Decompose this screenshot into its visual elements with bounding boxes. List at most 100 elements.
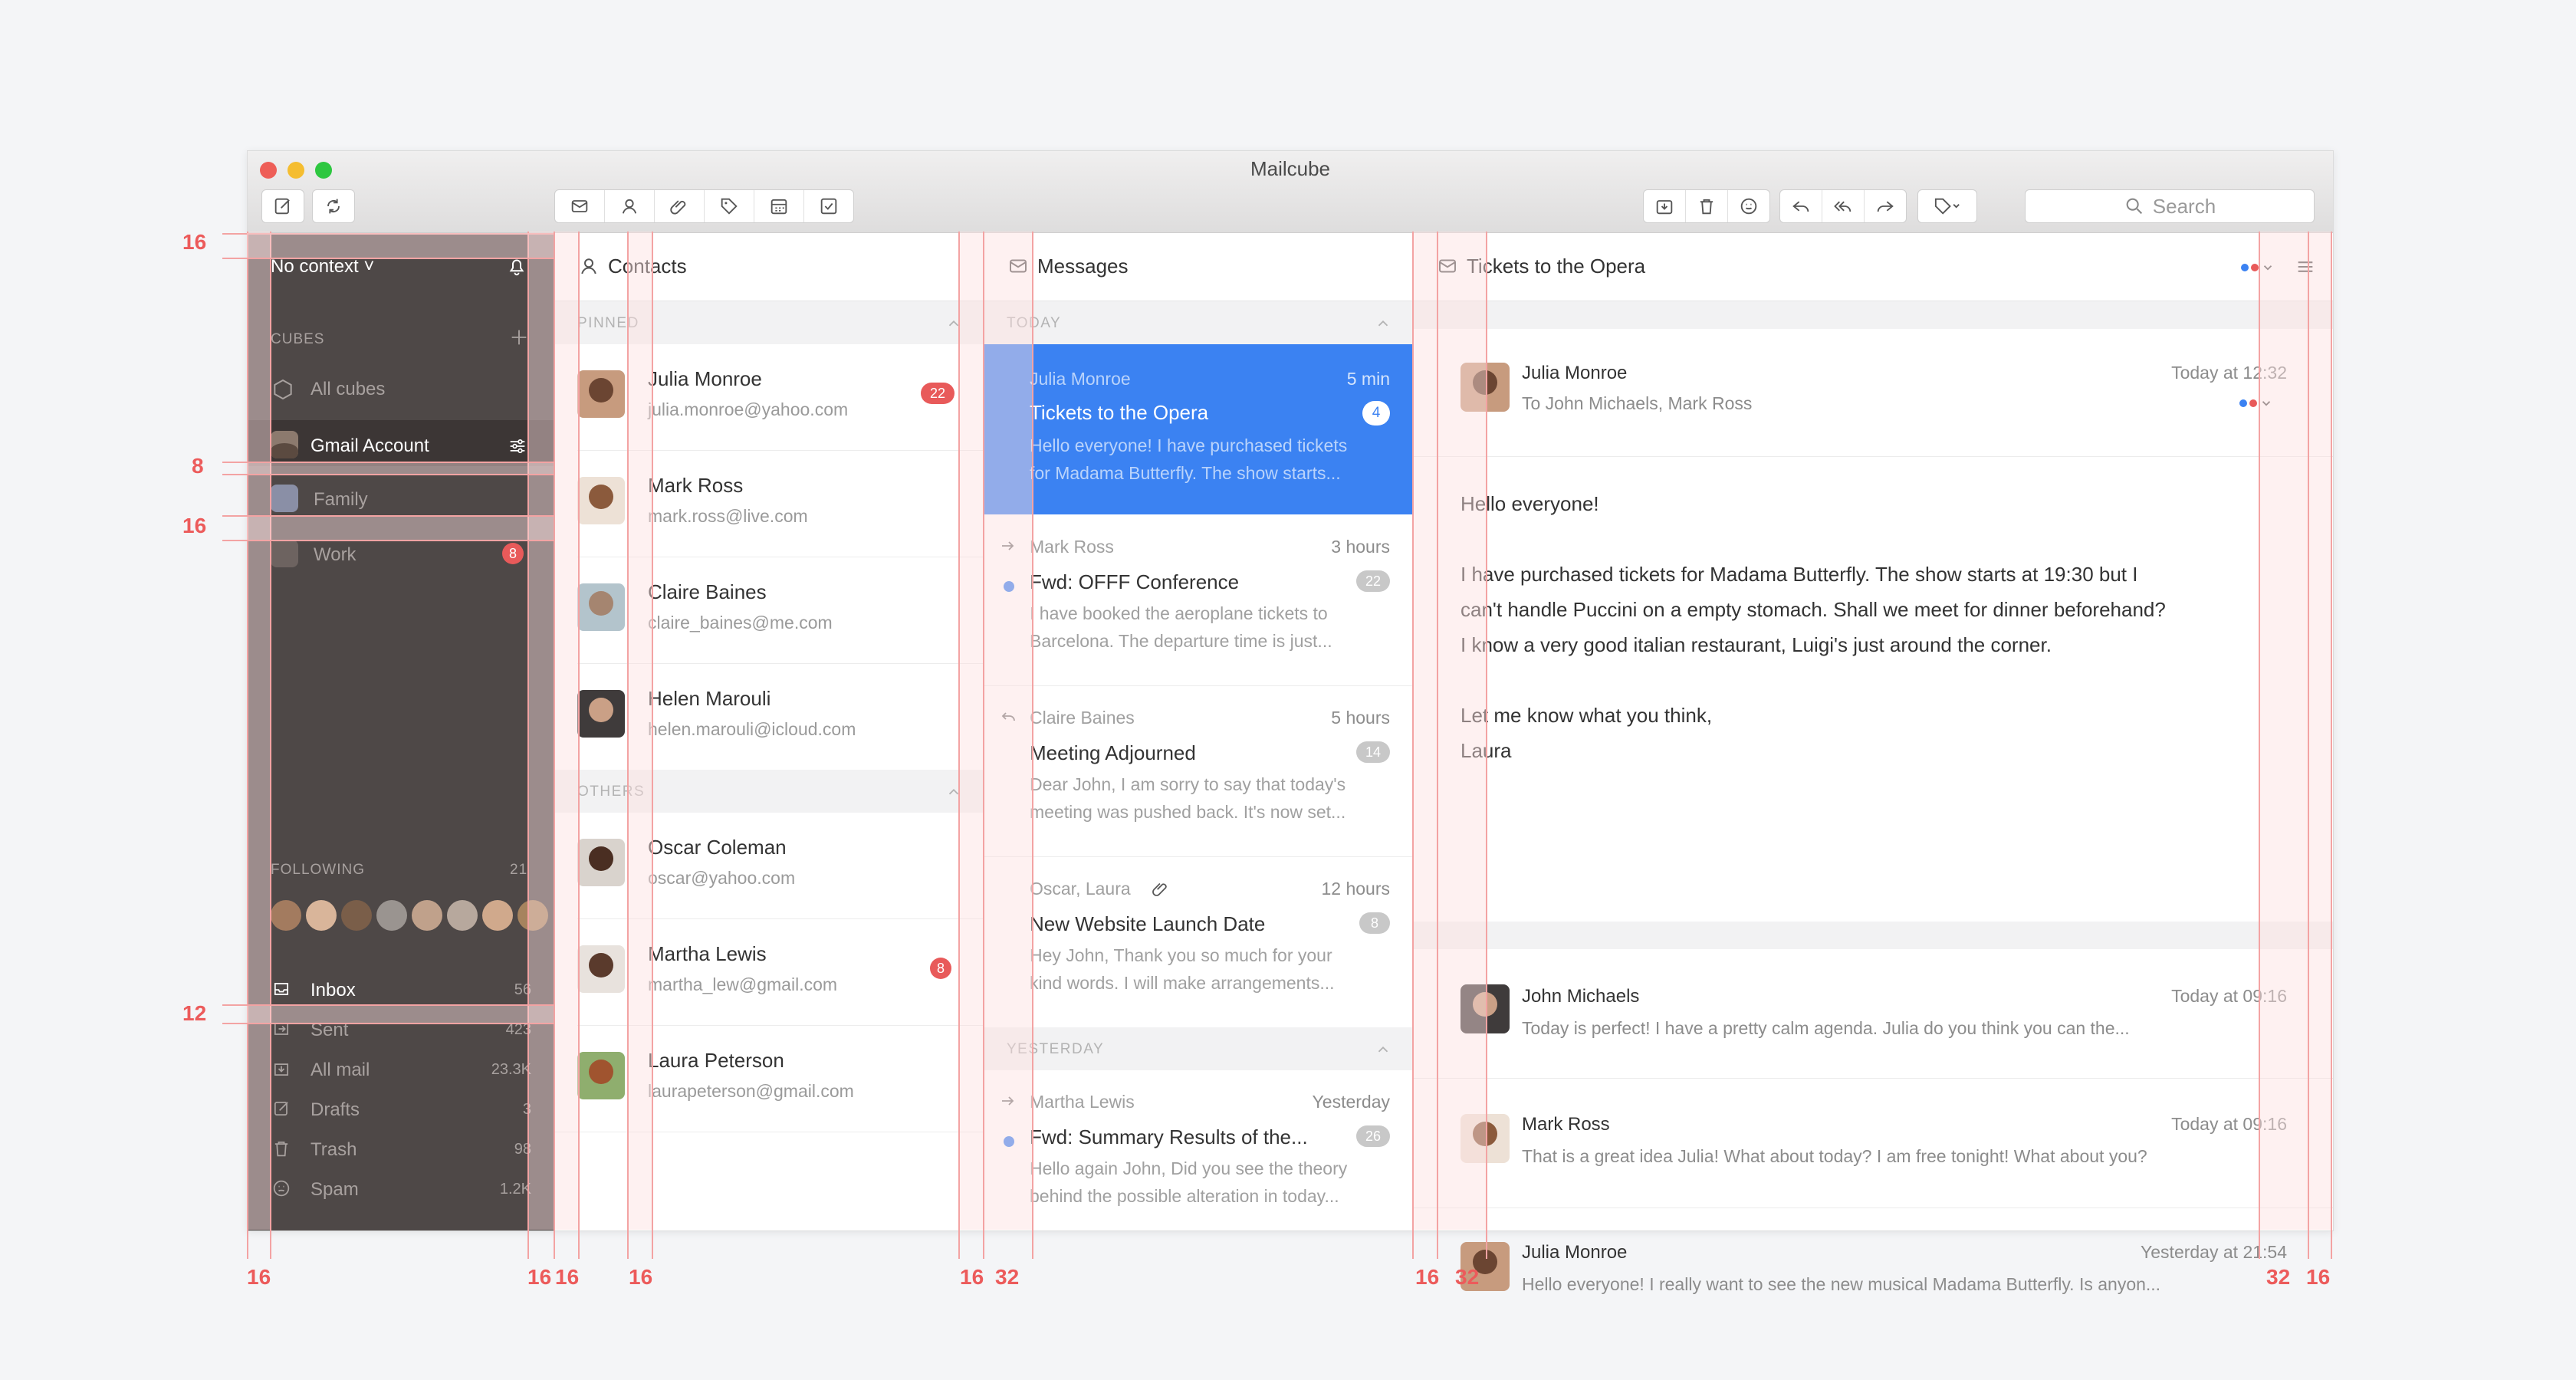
avatar: [577, 690, 625, 738]
contact-row[interactable]: Julia Monroe julia.monroe@yahoo.com 22: [554, 344, 984, 450]
sidebar-item-gmail-account[interactable]: Gmail Account: [248, 420, 554, 466]
contact-row[interactable]: Laura Peterson laurapeterson@gmail.com: [554, 1026, 984, 1132]
sender-name: John Michaels: [1522, 986, 1640, 1007]
compose-button[interactable]: [261, 189, 304, 223]
reader-title: Tickets to the Opera: [1467, 255, 1646, 278]
avatar[interactable]: [376, 900, 407, 931]
preview-line: Hey John, Thank you so much for your: [1030, 945, 1332, 965]
avatar[interactable]: [341, 900, 372, 931]
view-tags-button[interactable]: [705, 190, 754, 222]
menu-icon[interactable]: [2295, 256, 2316, 278]
chevron-up-icon: [948, 788, 959, 795]
message-item[interactable]: Oscar, Laura 12 hours New Website Launch…: [984, 857, 1413, 1027]
view-tasks-button[interactable]: [804, 190, 853, 222]
view-calendar-button[interactable]: [754, 190, 804, 222]
thread-item[interactable]: Julia Monroe Hello everyone! I really wa…: [1413, 1208, 2333, 1337]
contact-row[interactable]: Helen Marouli helen.marouli@icloud.com: [554, 664, 984, 770]
search-input[interactable]: Search: [2025, 189, 2315, 223]
folder-spam[interactable]: Spam 1.2K: [248, 1170, 554, 1208]
sidebar-item-work[interactable]: Work 8: [248, 531, 554, 573]
contact-row[interactable]: Oscar Coleman oscar@yahoo.com: [554, 813, 984, 918]
contact-row[interactable]: Mark Ross mark.ross@live.com: [554, 451, 984, 557]
contact-row[interactable]: Martha Lewis martha_lew@gmail.com 8: [554, 919, 984, 1025]
avatar: [271, 540, 298, 567]
forward-icon: [1877, 201, 1894, 212]
avatar[interactable]: [271, 900, 301, 931]
message-from: Claire Baines: [1030, 708, 1135, 728]
message-preview: Hello everyone! I really want to see the…: [1522, 1274, 2161, 1294]
folder-all-mail[interactable]: All mail 23.3K: [248, 1050, 554, 1089]
messages-title: Messages: [1037, 255, 1129, 278]
paperclip-icon: [670, 200, 686, 215]
forward-arrow-icon: [1002, 541, 1014, 550]
message-time: 3 hours: [1331, 537, 1390, 557]
contact-name: Helen Marouli: [648, 687, 771, 710]
context-selector[interactable]: No context ˅: [271, 256, 374, 278]
folder-trash[interactable]: Trash 98: [248, 1130, 554, 1168]
contact-row[interactable]: Claire Baines claire_baines@me.com: [554, 557, 984, 663]
spacing-annotation: 16: [1415, 1265, 1440, 1289]
message-item[interactable]: Mark Ross 3 hours Fwd: OFFF Conference 2…: [984, 515, 1413, 686]
forward-button[interactable]: [1865, 190, 1906, 222]
avatar[interactable]: [518, 900, 548, 931]
sender-name[interactable]: Julia Monroe: [1522, 363, 1627, 384]
folder-inbox[interactable]: Inbox 56: [248, 971, 554, 1009]
thread-item[interactable]: Mark Ross That is a great idea Julia! Wh…: [1413, 1079, 2333, 1208]
message-item-selected[interactable]: Julia Monroe 5 min Tickets to the Opera …: [984, 344, 1413, 514]
archive-button[interactable]: [1644, 190, 1686, 222]
avatar[interactable]: [482, 900, 513, 931]
chevron-down-icon: [2262, 401, 2271, 406]
label-colors-dropdown[interactable]: [2241, 261, 2279, 276]
sidebar-item-family[interactable]: Family: [248, 475, 554, 518]
folder-label: Sent: [310, 1020, 349, 1040]
snooze-button[interactable]: [1728, 190, 1769, 222]
tag-dropdown-button[interactable]: [1917, 189, 1977, 223]
drafts-icon: [274, 1101, 288, 1116]
reply-button[interactable]: [1780, 190, 1822, 222]
add-cube-icon[interactable]: [508, 327, 530, 348]
avatar: [1460, 984, 1510, 1033]
sync-button[interactable]: [312, 189, 355, 223]
spacing-annotation: 32: [1455, 1265, 1480, 1289]
folder-label: Drafts: [310, 1099, 360, 1120]
bell-icon[interactable]: [505, 255, 528, 278]
delete-button[interactable]: [1686, 190, 1728, 222]
contact-email: martha_lew@gmail.com: [648, 974, 838, 994]
view-attachments-button[interactable]: [655, 190, 705, 222]
view-messages-button[interactable]: [555, 190, 605, 222]
contact-name: Martha Lewis: [648, 942, 767, 965]
folder-drafts[interactable]: Drafts 3: [248, 1090, 554, 1129]
spacing-annotation: 16: [527, 1265, 552, 1289]
yesterday-section-header[interactable]: YESTERDAY: [984, 1027, 1413, 1070]
folder-count: 423: [505, 1021, 531, 1038]
pinned-section-header[interactable]: PINNED: [554, 301, 984, 344]
message-from: Mark Ross: [1030, 537, 1114, 557]
message-item[interactable]: Claire Baines 5 hours Meeting Adjourned …: [984, 686, 1413, 857]
today-section-header[interactable]: TODAY: [984, 301, 1413, 344]
others-section-header[interactable]: OTHERS: [554, 770, 984, 813]
avatar[interactable]: [447, 900, 478, 931]
settings-sliders-icon[interactable]: [507, 435, 528, 457]
folder-sent[interactable]: Sent 423: [248, 1010, 554, 1049]
avatar[interactable]: [412, 900, 442, 931]
sidebar-item-all-cubes[interactable]: All cubes: [248, 370, 554, 411]
envelope-icon: [1439, 259, 1456, 273]
following-avatars: [271, 900, 577, 932]
label-colors-dropdown[interactable]: [2239, 396, 2278, 412]
spacing-annotation: 16: [2306, 1265, 2331, 1289]
message-time: 5 hours: [1331, 708, 1390, 728]
message-header: Julia Monroe To John Michaels, Mark Ross…: [1413, 329, 2333, 457]
folder-label: Spam: [310, 1179, 359, 1200]
thread-item[interactable]: John Michaels Today is perfect! I have a…: [1413, 949, 2333, 1079]
unread-dot: [1004, 1136, 1014, 1147]
message-item[interactable]: Martha Lewis Yesterday Fwd: Summary Resu…: [984, 1070, 1413, 1230]
avatar[interactable]: [306, 900, 337, 931]
message-preview: Hello again John, Did you see the theory…: [1030, 1155, 1347, 1210]
folder-count: 1.2K: [499, 1181, 531, 1198]
view-contacts-button[interactable]: [605, 190, 655, 222]
contact-name: Laura Peterson: [648, 1049, 784, 1072]
reply-all-button[interactable]: [1822, 190, 1865, 222]
message-time: Today at 09:16: [2171, 1114, 2287, 1134]
avatar: [1460, 1114, 1510, 1163]
message-time: 5 min: [1346, 369, 1390, 389]
